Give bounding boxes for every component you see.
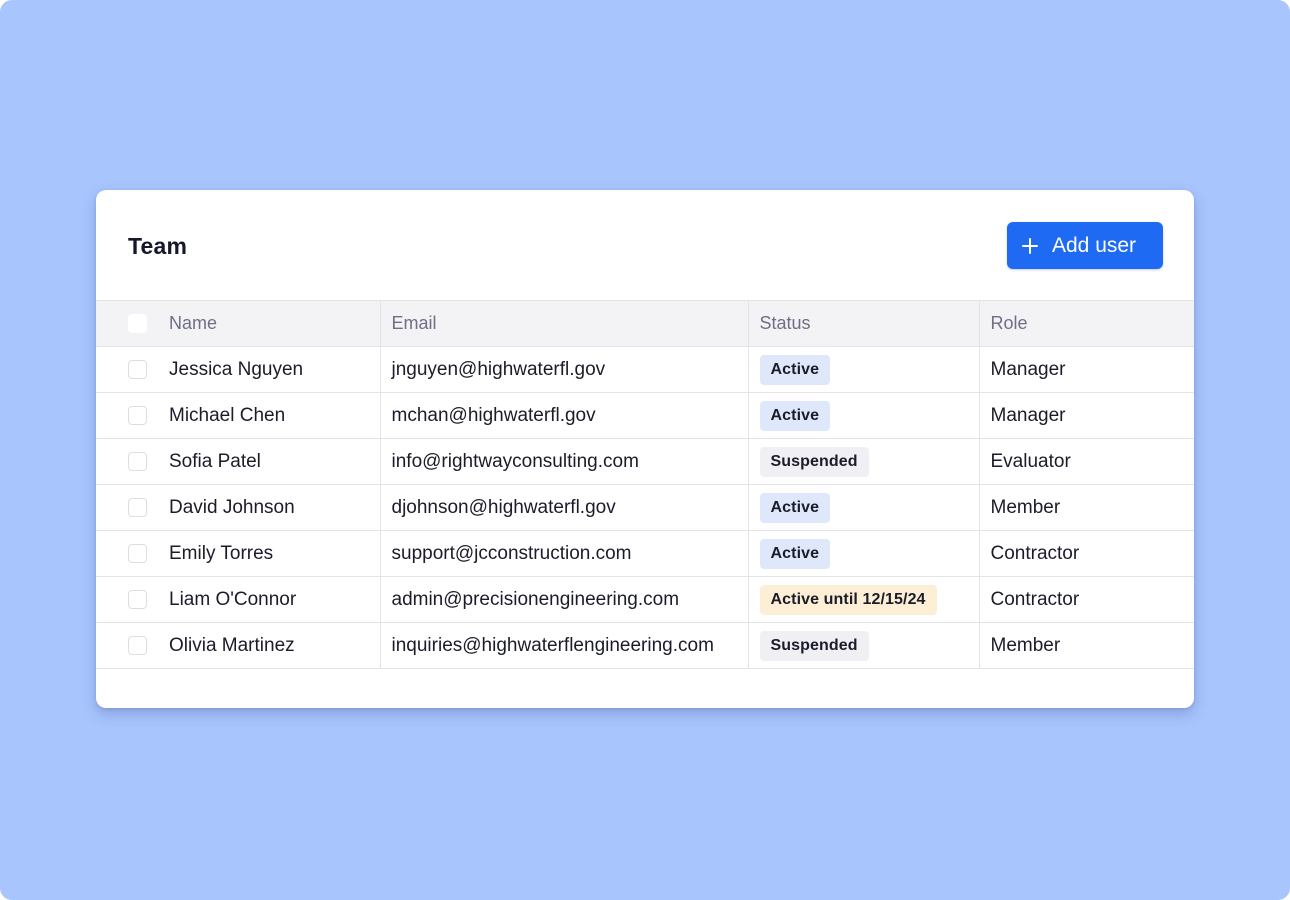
table-row[interactable]: Michael Chen mchan@highwaterfl.gov Activ…	[96, 392, 1194, 439]
status-badge: Active	[759, 538, 831, 569]
user-status-cell: Active	[747, 484, 979, 531]
user-status-cell: Active	[747, 530, 979, 577]
status-badge: Active	[759, 492, 831, 523]
add-user-button-label: Add user	[1052, 233, 1137, 257]
row-checkbox[interactable]	[128, 498, 147, 517]
row-select-cell	[96, 622, 169, 669]
row-checkbox[interactable]	[128, 544, 147, 563]
status-badge: Active	[759, 400, 831, 431]
user-status-cell: Suspended	[747, 622, 979, 669]
plus-icon	[1022, 237, 1038, 254]
user-role: Manager	[978, 346, 1194, 393]
row-checkbox[interactable]	[128, 452, 147, 471]
card-header: Team Add user	[96, 190, 1194, 300]
table-row[interactable]: Sofia Patel info@rightwayconsulting.com …	[96, 438, 1194, 485]
user-email: info@rightwayconsulting.com	[379, 438, 748, 485]
column-header-role[interactable]: Role	[978, 300, 1194, 347]
row-select-cell	[96, 576, 169, 623]
row-select-cell	[96, 484, 169, 531]
user-role: Manager	[978, 392, 1194, 439]
select-all-checkbox[interactable]	[128, 314, 147, 333]
user-name: Sofia Patel	[169, 438, 380, 485]
user-email: mchan@highwaterfl.gov	[379, 392, 748, 439]
user-name: Jessica Nguyen	[169, 346, 380, 393]
user-role: Member	[978, 484, 1194, 531]
user-status-cell: Active	[747, 392, 979, 439]
user-role: Contractor	[978, 530, 1194, 577]
page-title: Team	[128, 233, 188, 259]
table-body: Jessica Nguyen jnguyen@highwaterfl.gov A…	[96, 346, 1194, 669]
row-checkbox[interactable]	[128, 590, 147, 609]
user-email: support@jcconstruction.com	[379, 530, 748, 577]
user-name: Michael Chen	[169, 392, 380, 439]
user-role: Contractor	[978, 576, 1194, 623]
table-row[interactable]: Emily Torres support@jcconstruction.com …	[96, 530, 1194, 577]
row-checkbox[interactable]	[128, 360, 147, 379]
row-select-cell	[96, 392, 169, 439]
user-email: admin@precisionengineering.com	[379, 576, 748, 623]
table-row[interactable]: Olivia Martinez inquiries@highwaterfleng…	[96, 622, 1194, 669]
users-table: Name Email Status Role Jessica Nguyen jn…	[96, 300, 1194, 669]
user-status-cell: Active	[747, 346, 979, 393]
table-row[interactable]: Liam O'Connor admin@precisionengineering…	[96, 576, 1194, 623]
table-row[interactable]: David Johnson djohnson@highwaterfl.gov A…	[96, 484, 1194, 531]
page-background: Team Add user Name Email Status Role Jes…	[0, 0, 1290, 900]
table-row[interactable]: Jessica Nguyen jnguyen@highwaterfl.gov A…	[96, 346, 1194, 393]
user-name: David Johnson	[169, 484, 380, 531]
user-email: djohnson@highwaterfl.gov	[379, 484, 748, 531]
header-row: Name Email Status Role	[96, 300, 1194, 347]
user-name: Olivia Martinez	[169, 622, 380, 669]
row-select-cell	[96, 346, 169, 393]
user-name: Liam O'Connor	[169, 576, 380, 623]
user-status-cell: Suspended	[747, 438, 979, 485]
column-header-email[interactable]: Email	[379, 300, 748, 347]
add-user-button[interactable]: Add user	[1007, 222, 1163, 269]
row-checkbox[interactable]	[128, 406, 147, 425]
table-header: Name Email Status Role	[96, 300, 1194, 347]
user-name: Emily Torres	[169, 530, 380, 577]
status-badge: Suspended	[759, 630, 869, 661]
header-select-cell	[96, 300, 169, 347]
row-checkbox[interactable]	[128, 636, 147, 655]
status-badge: Active until 12/15/24	[759, 584, 937, 615]
column-header-name[interactable]: Name	[169, 300, 380, 347]
user-email: inquiries@highwaterflengineering.com	[379, 622, 748, 669]
user-status-cell: Active until 12/15/24	[747, 576, 979, 623]
status-badge: Active	[759, 354, 831, 385]
user-email: jnguyen@highwaterfl.gov	[379, 346, 748, 393]
row-select-cell	[96, 530, 169, 577]
user-role: Evaluator	[978, 438, 1194, 485]
column-header-status[interactable]: Status	[747, 300, 979, 347]
user-role: Member	[978, 622, 1194, 669]
row-select-cell	[96, 438, 169, 485]
status-badge: Suspended	[759, 446, 869, 477]
team-card: Team Add user Name Email Status Role Jes…	[96, 190, 1194, 708]
